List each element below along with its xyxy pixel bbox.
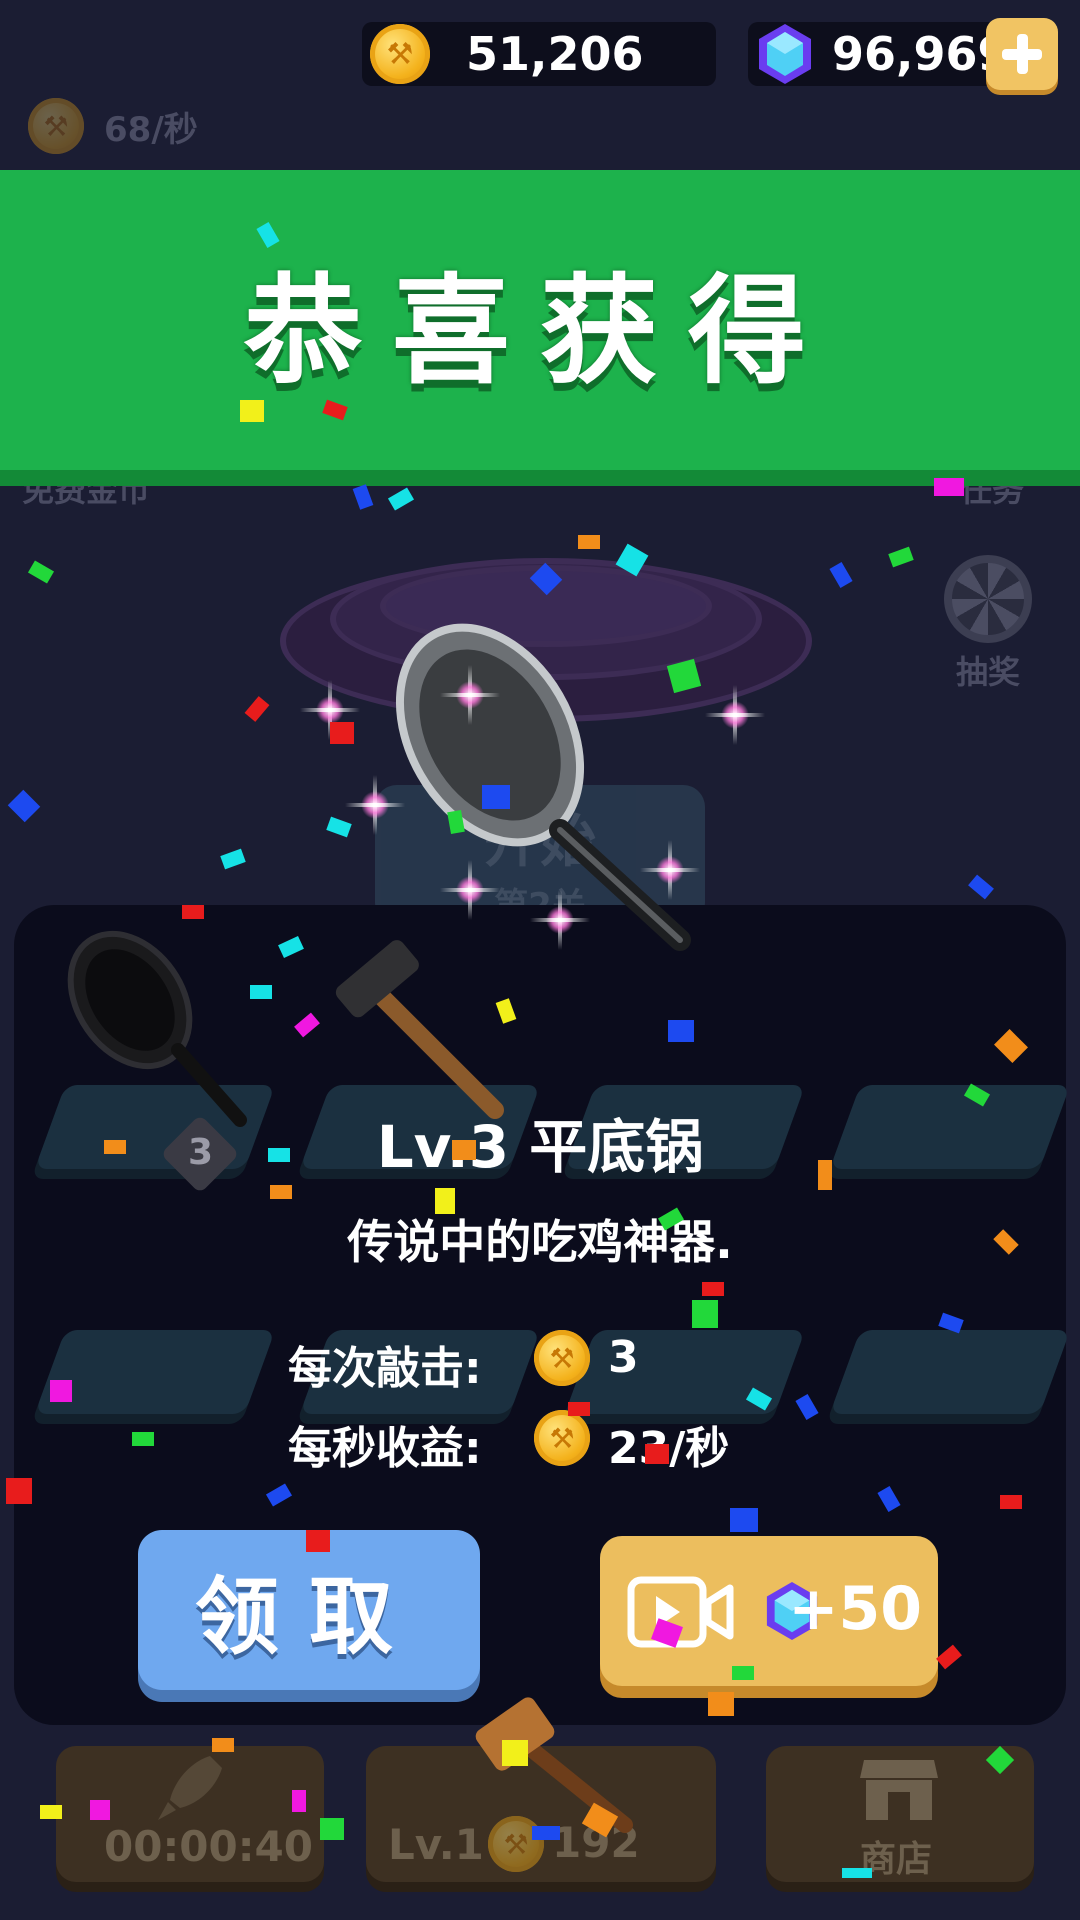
coin-icon: ⚒: [28, 98, 84, 154]
coin-icon: ⚒: [534, 1330, 590, 1386]
confetti: [968, 874, 994, 900]
confetti: [40, 1805, 62, 1819]
confetti: [220, 848, 246, 870]
hit-label: 每次敲击:: [288, 1343, 482, 1394]
sparkle: [345, 775, 405, 835]
confetti: [104, 1140, 126, 1154]
confetti: [212, 1738, 234, 1752]
confetti: [306, 1530, 330, 1552]
income-label: 每秒收益:: [288, 1423, 482, 1474]
confetti: [292, 1790, 306, 1812]
lottery-wheel-icon: [944, 555, 1032, 643]
reward-item-title: Lv.3 平底锅: [376, 1113, 704, 1181]
congrats-banner: 恭喜获得: [0, 170, 1080, 486]
reward-item-description: 传说中的吃鸡神器.: [347, 1215, 733, 1269]
video-bonus-amount: +50: [788, 1574, 922, 1644]
confetti: [934, 478, 964, 496]
confetti: [244, 696, 270, 722]
confetti: [452, 1140, 476, 1160]
claim-button[interactable]: 领取: [138, 1530, 480, 1690]
coin-counter: ⚒ 51,206: [362, 22, 716, 86]
confetti: [842, 1868, 872, 1878]
confetti: [568, 1402, 590, 1416]
confetti: [320, 1818, 344, 1840]
sparkle: [530, 890, 590, 950]
coin-amount: 51,206: [466, 27, 644, 81]
confetti: [702, 1282, 724, 1296]
coin-icon: ⚒: [534, 1410, 590, 1466]
gem-amount: 96,969: [832, 27, 1010, 81]
merge-slot[interactable]: [829, 1330, 1071, 1414]
confetti: [6, 1478, 32, 1504]
hit-value: 3: [608, 1332, 639, 1383]
confetti: [132, 1432, 154, 1446]
confetti: [50, 1380, 72, 1402]
sparkle: [440, 665, 500, 725]
confetti: [692, 1300, 718, 1328]
confetti: [435, 1188, 455, 1214]
confetti: [730, 1508, 758, 1532]
confetti: [182, 905, 204, 919]
video-icon: [627, 1576, 734, 1648]
sparkle: [440, 860, 500, 920]
boost-timer: 00:00:40: [104, 1822, 313, 1871]
confetti: [90, 1800, 110, 1820]
lottery-button[interactable]: 抽奖: [940, 555, 1036, 693]
confetti: [818, 1160, 832, 1190]
confetti: [829, 561, 853, 589]
sparkle: [640, 840, 700, 900]
confetti: [1000, 1495, 1022, 1509]
confetti: [888, 546, 914, 568]
gem-icon: [759, 24, 811, 84]
confetti: [732, 1666, 754, 1680]
confetti: [268, 1148, 290, 1162]
confetti: [645, 1444, 669, 1464]
income-rate: ⚒ 68/秒: [28, 98, 198, 154]
confetti: [578, 535, 600, 549]
confetti: [240, 400, 264, 422]
confetti: [708, 1692, 734, 1716]
shop-icon: [860, 1760, 938, 1820]
confetti: [7, 789, 41, 823]
confetti: [330, 722, 354, 744]
confetti: [668, 1020, 694, 1042]
confetti: [482, 785, 510, 809]
rocket-icon: [158, 1756, 222, 1820]
confetti: [387, 487, 415, 511]
confetti: [270, 1185, 292, 1199]
coin-icon: ⚒: [370, 24, 430, 84]
add-gems-button[interactable]: [986, 18, 1058, 90]
confetti: [532, 1826, 560, 1840]
confetti: [27, 560, 55, 584]
banner-title: 恭喜获得: [243, 261, 836, 400]
confetti: [502, 1740, 528, 1766]
confetti: [352, 484, 374, 510]
confetti: [250, 985, 272, 999]
sparkle: [705, 685, 765, 745]
watch-video-bonus-button[interactable]: +50: [600, 1536, 938, 1686]
